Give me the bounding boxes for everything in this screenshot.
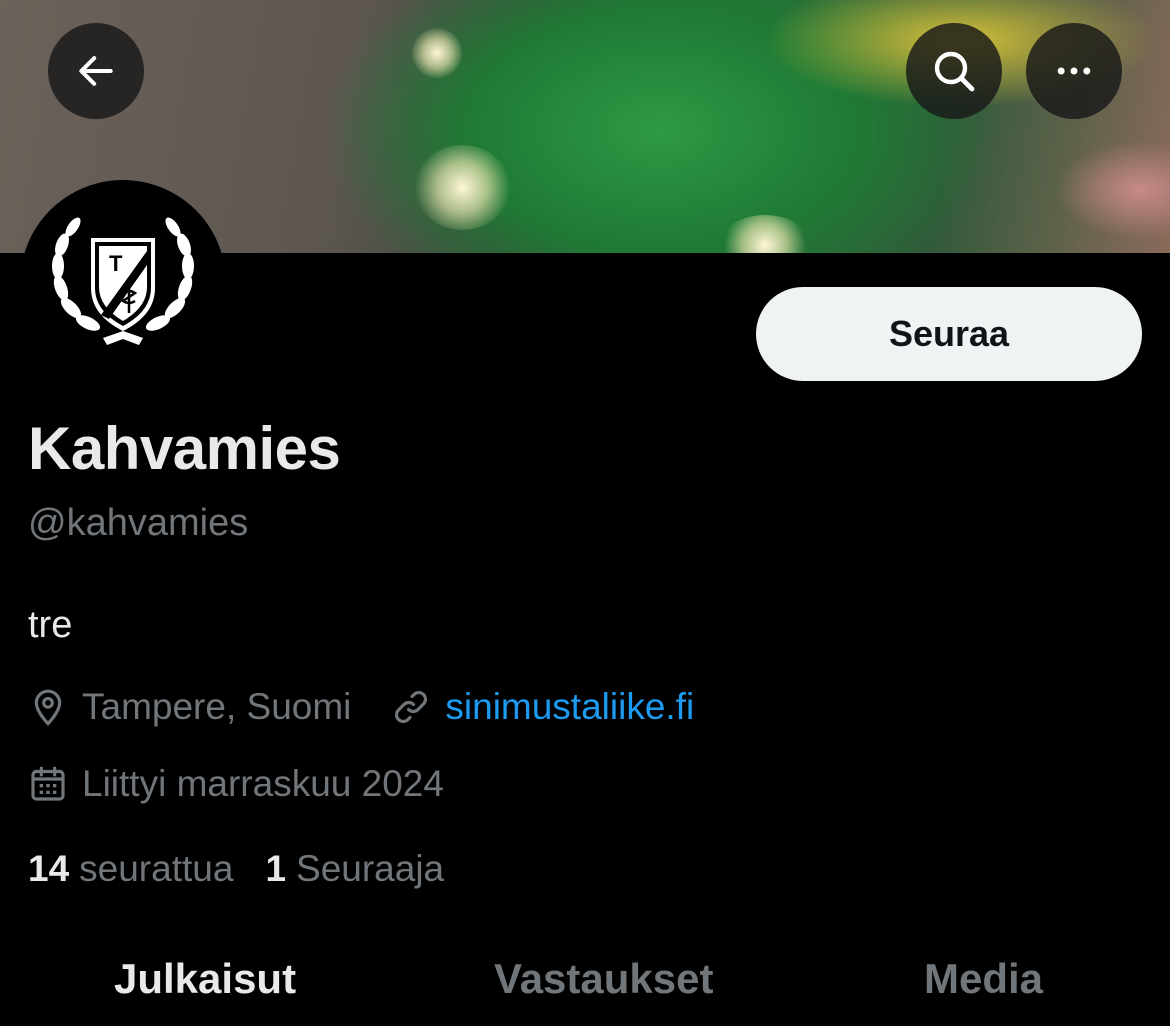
- display-name: Kahvamies: [28, 415, 341, 482]
- location-text: Tampere, Suomi: [82, 686, 352, 727]
- following-stat[interactable]: 14 seurattua: [28, 848, 233, 890]
- joined: Liittyi marraskuu 2024: [28, 763, 444, 805]
- tab-media[interactable]: Media: [924, 955, 1043, 1003]
- profile-meta-row: Tampere, Suomi sinimustaliike.fi: [28, 686, 694, 728]
- follow-button[interactable]: Seuraa: [756, 287, 1142, 381]
- joined-text: Liittyi marraskuu 2024: [82, 763, 444, 804]
- profile-handle: @kahvamies: [28, 502, 249, 544]
- joined-row: Liittyi marraskuu 2024: [28, 763, 444, 805]
- link-icon: [395, 691, 428, 723]
- avatar[interactable]: T: [20, 180, 226, 386]
- followers-stat[interactable]: 1 Seuraaja: [265, 848, 444, 890]
- banner-light: [415, 145, 510, 230]
- profile-bio: tre: [28, 604, 73, 646]
- arrow-left-icon: [79, 56, 113, 86]
- following-label: seurattua: [79, 848, 234, 889]
- website-link[interactable]: sinimustaliike.fi: [445, 686, 694, 728]
- followers-label: Seuraaja: [296, 848, 445, 889]
- tab-vastaukset[interactable]: Vastaukset: [494, 955, 713, 1003]
- svg-text:T: T: [109, 251, 123, 276]
- more-horizontal-icon: [1057, 67, 1091, 75]
- banner-light: [720, 215, 810, 253]
- location: Tampere, Suomi: [28, 686, 351, 728]
- more-button[interactable]: [1026, 23, 1122, 119]
- follow-stats: 14 seurattua 1 Seuraaja: [28, 848, 444, 890]
- profile-tabs: Julkaisut Vastaukset Media: [0, 955, 1170, 1015]
- search-button[interactable]: [906, 23, 1002, 119]
- search-icon: [934, 51, 975, 92]
- following-count: 14: [28, 848, 70, 889]
- website[interactable]: sinimustaliike.fi: [391, 686, 694, 728]
- banner-light: [412, 28, 462, 78]
- laurel-shield-logo: T: [52, 217, 194, 345]
- location-pin-icon: [34, 689, 62, 726]
- back-button[interactable]: [48, 23, 144, 119]
- tab-julkaisut[interactable]: Julkaisut: [114, 955, 296, 1003]
- followers-count: 1: [265, 848, 287, 889]
- calendar-icon: [31, 766, 65, 801]
